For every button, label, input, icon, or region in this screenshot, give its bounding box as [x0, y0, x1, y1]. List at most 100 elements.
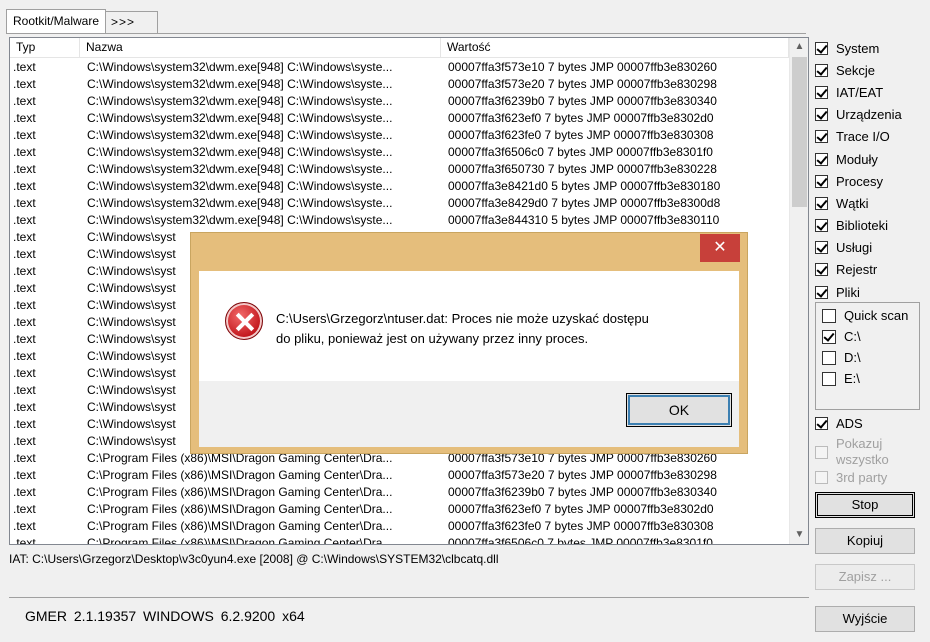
cell-wartosc: 00007ffa3f623ef0 7 bytes JMP 00007ffb3e8… [448, 502, 714, 516]
cell-typ: .text [13, 196, 36, 210]
scroll-thumb[interactable] [792, 57, 807, 207]
cell-wartosc: 00007ffa3f623ef0 7 bytes JMP 00007ffb3e8… [448, 111, 714, 125]
table-row[interactable]: .text C:\Program Files (x86)\MSI\Dragon G… [10, 535, 789, 545]
table-row[interactable]: .text C:\Windows\system32\dwm.exe[948] C:… [10, 212, 789, 229]
drive-checkbox[interactable] [822, 350, 836, 365]
pokazuj-wszystko-label: Pokazuj wszystko [836, 436, 889, 467]
table-row[interactable]: .text C:\Program Files (x86)\MSI\Dragon G… [10, 484, 789, 501]
third-party-label: 3rd party [836, 469, 888, 485]
scan-option[interactable]: Wątki [815, 192, 925, 214]
cell-nazwa: C:\Windows\system32\dwm.exe[948] C:\Wind… [87, 60, 393, 74]
drive-option[interactable]: C:\ [822, 326, 919, 347]
vertical-scrollbar[interactable]: ▲ ▼ [789, 38, 808, 544]
drive-label: Quick scan [844, 308, 909, 323]
scan-option[interactable]: Biblioteki [815, 215, 925, 237]
ads-checkbox[interactable] [815, 416, 828, 430]
table-row[interactable]: .text C:\Windows\system32\dwm.exe[948] C:… [10, 195, 789, 212]
scroll-down-icon[interactable]: ▼ [790, 526, 808, 544]
scan-checkbox[interactable] [815, 241, 828, 255]
scan-checkbox[interactable] [815, 152, 828, 166]
table-row[interactable]: .text C:\Program Files (x86)\MSI\Dragon G… [10, 501, 789, 518]
cell-wartosc: 00007ffa3f623fe0 7 bytes JMP 00007ffb3e8… [448, 519, 714, 533]
scan-checkbox[interactable] [815, 285, 828, 299]
tab-baseline [6, 33, 806, 34]
scan-option[interactable]: IAT/EAT [815, 81, 925, 103]
cell-wartosc: 00007ffa3f623fe0 7 bytes JMP 00007ffb3e8… [448, 128, 714, 142]
table-row[interactable]: .text C:\Windows\system32\dwm.exe[948] C:… [10, 178, 789, 195]
scan-option[interactable]: Trace I/O [815, 126, 925, 148]
scan-checkbox[interactable] [815, 130, 828, 144]
table-row[interactable]: .text C:\Windows\system32\dwm.exe[948] C:… [10, 76, 789, 93]
table-row[interactable]: .text C:\Windows\system32\dwm.exe[948] C:… [10, 59, 789, 76]
cell-typ: .text [13, 111, 36, 125]
scan-option[interactable]: Moduły [815, 148, 925, 170]
dialog-message: C:\Users\Grzegorz\ntuser.dat: Proces nie… [276, 309, 716, 349]
ok-button[interactable]: OK [626, 393, 732, 427]
scan-checkbox[interactable] [815, 85, 828, 99]
ads-option[interactable]: ADS [815, 412, 925, 434]
error-icon [225, 302, 263, 340]
drive-checkbox[interactable] [822, 329, 836, 344]
table-row[interactable]: .text C:\Program Files (x86)\MSI\Dragon G… [10, 467, 789, 484]
tab-rootkit-malware[interactable]: Rootkit/Malware [6, 9, 107, 33]
drive-checkbox[interactable] [822, 371, 836, 386]
zapisz-button: Zapisz ... [815, 564, 915, 590]
cell-nazwa: C:\Windows\system32\dwm.exe[948] C:\Wind… [87, 128, 393, 142]
cell-wartosc: 00007ffa3e844310 5 bytes JMP 00007ffb3e8… [448, 213, 720, 227]
cell-typ: .text [13, 145, 36, 159]
scan-option[interactable]: Pliki [815, 281, 925, 303]
scan-checkbox[interactable] [815, 263, 828, 277]
table-row[interactable]: .text C:\Windows\system32\dwm.exe[948] C:… [10, 161, 789, 178]
cell-typ: .text [13, 332, 36, 346]
scan-option[interactable]: System [815, 37, 925, 59]
scan-option[interactable]: Rejestr [815, 259, 925, 281]
scan-option[interactable]: Usługi [815, 237, 925, 259]
scan-option[interactable]: Urządzenia [815, 104, 925, 126]
drive-option[interactable]: Quick scan [822, 305, 919, 326]
scan-checkbox[interactable] [815, 108, 828, 122]
cell-typ: .text [13, 94, 36, 108]
drive-checkbox[interactable] [822, 308, 836, 323]
cell-typ: .text [13, 485, 36, 499]
cell-wartosc: 00007ffa3f6506c0 7 bytes JMP 00007ffb3e8… [448, 145, 713, 159]
stop-button[interactable]: Stop [815, 492, 915, 518]
cell-wartosc: 00007ffa3f573e10 7 bytes JMP 00007ffb3e8… [448, 60, 717, 74]
scan-option[interactable]: Sekcje [815, 59, 925, 81]
cell-wartosc: 00007ffa3f6239b0 7 bytes JMP 00007ffb3e8… [448, 485, 717, 499]
scan-label: Usługi [836, 240, 873, 256]
cell-nazwa: C:\Program Files (x86)\MSI\Dragon Gaming… [87, 468, 393, 482]
kopiuj-button[interactable]: Kopiuj [815, 528, 915, 554]
list-header: Typ Nazwa Wartość [10, 38, 789, 58]
cell-typ: .text [13, 366, 36, 380]
scan-label: Trace I/O [836, 129, 890, 145]
close-icon[interactable]: ✕ [700, 234, 740, 262]
cell-typ: .text [13, 502, 36, 516]
scan-checkbox[interactable] [815, 63, 828, 77]
column-header-wartosc[interactable]: Wartość [441, 38, 789, 58]
scan-option[interactable]: Procesy [815, 170, 925, 192]
scan-checkbox[interactable] [815, 196, 828, 210]
table-row[interactable]: .text C:\Windows\system32\dwm.exe[948] C:… [10, 110, 789, 127]
scan-label: Moduły [836, 151, 878, 167]
dialog-message-line1: C:\Users\Grzegorz\ntuser.dat: Proces nie… [276, 311, 649, 326]
tab-more[interactable]: >>> [106, 11, 159, 33]
cell-wartosc: 00007ffa3f6506c0 7 bytes JMP 00007ffb3e8… [448, 536, 713, 545]
scan-checkbox[interactable] [815, 41, 828, 55]
wyjscie-button[interactable]: Wyjście [815, 606, 915, 632]
column-header-typ[interactable]: Typ [10, 38, 80, 58]
column-header-nazwa[interactable]: Nazwa [80, 38, 441, 58]
pokazuj-wszystko-option: Pokazuj wszystko [815, 436, 889, 468]
scan-label: System [836, 40, 880, 56]
drive-option[interactable]: E:\ [822, 368, 919, 389]
table-row[interactable]: .text C:\Windows\system32\dwm.exe[948] C:… [10, 93, 789, 110]
scroll-up-icon[interactable]: ▲ [790, 38, 808, 56]
tab-strip: Rootkit/Malware >>> [6, 9, 159, 33]
scan-checkbox[interactable] [815, 174, 828, 188]
drive-option[interactable]: D:\ [822, 347, 919, 368]
cell-wartosc: 00007ffa3f573e20 7 bytes JMP 00007ffb3e8… [448, 468, 717, 482]
scan-checkbox[interactable] [815, 219, 828, 233]
table-row[interactable]: .text C:\Windows\system32\dwm.exe[948] C:… [10, 127, 789, 144]
table-row[interactable]: .text C:\Windows\system32\dwm.exe[948] C:… [10, 144, 789, 161]
cell-typ: .text [13, 162, 36, 176]
table-row[interactable]: .text C:\Program Files (x86)\MSI\Dragon G… [10, 518, 789, 535]
